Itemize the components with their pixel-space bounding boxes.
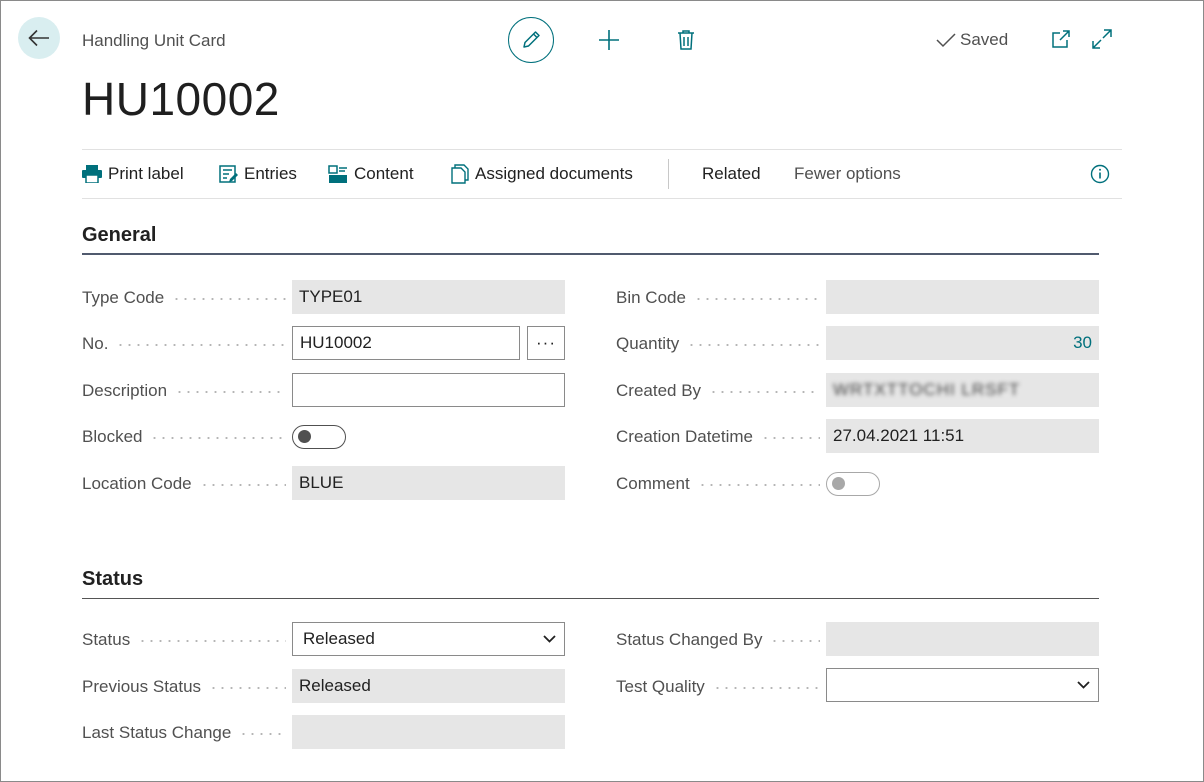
plus-icon xyxy=(599,30,619,50)
saved-label: Saved xyxy=(960,30,1009,49)
comment-label: Comment xyxy=(616,467,820,501)
print-label-action[interactable]: Print label xyxy=(82,150,184,198)
no-label: No. xyxy=(82,327,286,361)
arrow-left-icon xyxy=(28,29,49,47)
no-assist-button[interactable]: ··· xyxy=(527,326,565,360)
created-by-field: WRTXTTOCHI LRSFT xyxy=(826,373,1099,407)
saved-indicator: Saved xyxy=(936,30,1008,50)
trash-icon xyxy=(678,30,694,50)
status-label: Status xyxy=(82,623,286,657)
pencil-icon xyxy=(523,31,540,48)
status-section-title[interactable]: Status xyxy=(82,568,143,591)
quantity-label: Quantity xyxy=(616,327,820,361)
assigned-documents-action[interactable]: Assigned documents xyxy=(451,150,633,198)
status-changed-by-field xyxy=(826,622,1099,656)
delete-button[interactable] xyxy=(674,27,698,53)
last-status-change-field xyxy=(292,715,565,749)
chevron-down-icon xyxy=(543,635,556,643)
status-select[interactable]: Released xyxy=(292,622,565,656)
creation-datetime-field: 27.04.2021 11:51 xyxy=(826,419,1099,453)
general-section-title[interactable]: General xyxy=(82,224,156,247)
chevron-down-icon xyxy=(1077,681,1090,689)
open-new-window-button[interactable] xyxy=(1050,28,1072,50)
documents-icon xyxy=(451,164,469,184)
entries-icon xyxy=(219,164,238,183)
bin-code-label: Bin Code xyxy=(616,281,820,315)
creation-datetime-label: Creation Datetime xyxy=(616,420,820,454)
comment-toggle xyxy=(826,472,880,496)
no-input[interactable]: HU10002 xyxy=(292,326,520,360)
description-input[interactable] xyxy=(292,373,565,407)
location-code-field: BLUE xyxy=(292,466,565,500)
info-button[interactable] xyxy=(1090,164,1110,184)
previous-status-label: Previous Status xyxy=(82,670,286,704)
quantity-field[interactable]: 30 xyxy=(826,326,1099,360)
back-button[interactable] xyxy=(18,17,60,59)
action-bar: Print label Entries Content Assigned doc… xyxy=(82,149,1122,199)
previous-status-field: Released xyxy=(292,669,565,703)
last-status-change-label: Last Status Change xyxy=(82,716,286,750)
edit-button[interactable] xyxy=(508,17,554,63)
content-icon xyxy=(328,164,347,183)
toggle-knob xyxy=(832,477,845,490)
bin-code-field xyxy=(826,280,1099,314)
new-button[interactable] xyxy=(596,27,622,53)
printer-icon xyxy=(82,165,102,183)
blocked-toggle[interactable] xyxy=(292,425,346,449)
description-label: Description xyxy=(82,374,286,408)
info-icon xyxy=(1090,164,1110,184)
blocked-label: Blocked xyxy=(82,420,286,454)
type-code-field: TYPE01 xyxy=(292,280,565,314)
checkmark-icon xyxy=(936,33,956,48)
expand-icon xyxy=(1092,29,1112,49)
entries-action[interactable]: Entries xyxy=(219,150,297,198)
action-separator xyxy=(668,159,669,189)
test-quality-select[interactable] xyxy=(826,668,1099,702)
toggle-knob xyxy=(298,430,311,443)
test-quality-label: Test Quality xyxy=(616,670,820,704)
expand-button[interactable] xyxy=(1091,28,1113,50)
popout-icon xyxy=(1052,30,1070,48)
general-section-divider xyxy=(82,253,1099,255)
created-by-label: Created By xyxy=(616,374,820,408)
page-title: HU10002 xyxy=(82,73,280,125)
status-changed-by-label: Status Changed By xyxy=(616,623,820,657)
breadcrumb: Handling Unit Card xyxy=(82,31,226,50)
content-action[interactable]: Content xyxy=(328,150,414,198)
fewer-options-action[interactable]: Fewer options xyxy=(794,150,901,198)
type-code-label: Type Code xyxy=(82,281,286,315)
status-section-divider xyxy=(82,598,1099,599)
location-code-label: Location Code xyxy=(82,467,286,501)
related-action[interactable]: Related xyxy=(702,150,761,198)
